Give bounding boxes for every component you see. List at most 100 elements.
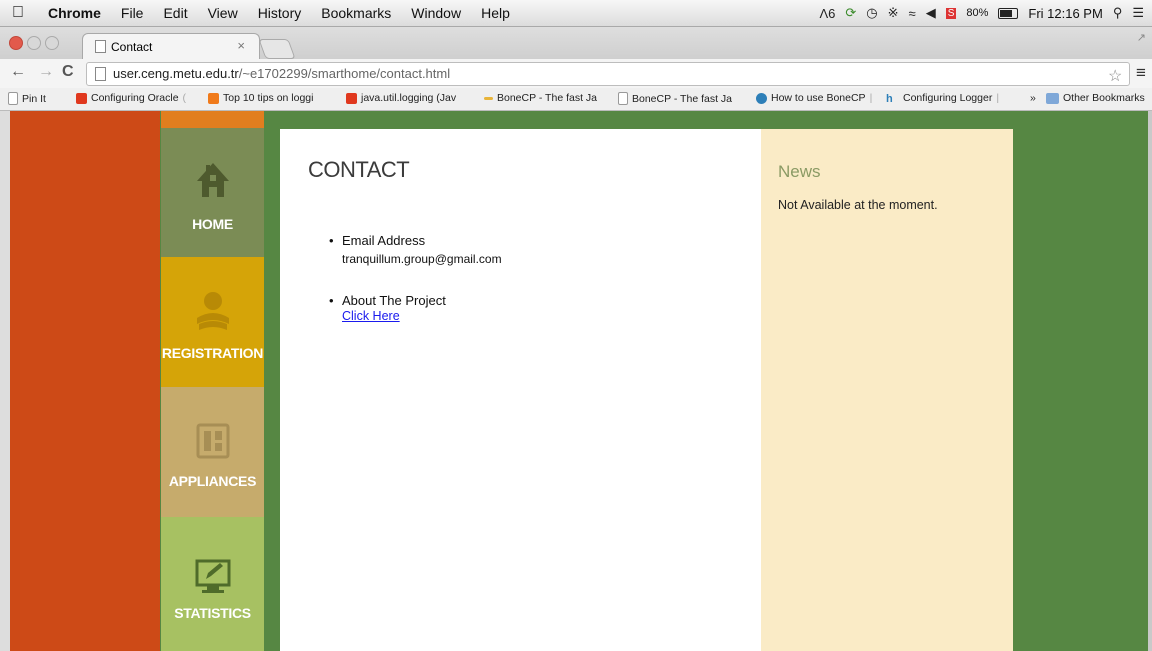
tab-title: Contact: [111, 40, 153, 54]
bookmark-item[interactable]: How to use BoneCP |: [756, 92, 872, 104]
apple-menu-icon[interactable]: : [12, 4, 34, 22]
tab-close-icon[interactable]: ×: [237, 38, 245, 53]
nav-statistics[interactable]: STATISTICS: [161, 517, 264, 651]
news-text: Not Available at the moment.: [778, 198, 938, 212]
nav-registration-label: REGISTRATION: [161, 345, 264, 361]
window-minimize-button[interactable]: [27, 36, 41, 50]
bookmark-label: Configuring Logger: [903, 92, 993, 104]
decorative-orange-tile: [161, 111, 264, 128]
hm-icon: h: [886, 92, 893, 105]
menu-bookmarks[interactable]: Bookmarks: [321, 5, 391, 21]
nav-registration[interactable]: REGISTRATION: [161, 257, 264, 387]
menu-help[interactable]: Help: [481, 5, 510, 21]
decorative-red-column: [10, 111, 160, 651]
oracle-icon: [346, 92, 357, 104]
back-button[interactable]: ←: [10, 63, 26, 81]
forward-button[interactable]: →: [38, 63, 54, 81]
mac-menubar:  Chrome File Edit View History Bookmark…: [0, 0, 1152, 27]
bookmark-item[interactable]: BoneCP - The fast Ja: [618, 92, 732, 105]
contact-email-item: • Email Address tranquillum.group@gmail.…: [329, 233, 502, 266]
browser-tab-bar: Contact × ↗: [0, 27, 1152, 60]
bookmark-item[interactable]: h Configuring Logger |: [886, 92, 999, 105]
reload-button[interactable]: C: [62, 63, 74, 81]
chrome-menu-icon[interactable]: ≡: [1136, 63, 1146, 83]
click-here-link[interactable]: Click Here: [342, 309, 400, 323]
fullscreen-icon[interactable]: ↗: [1137, 31, 1146, 44]
webpage: HOME REGISTRATION APPLIANCES STATISTICS …: [0, 111, 1152, 651]
menu-app-name[interactable]: Chrome: [48, 5, 101, 21]
nav-statistics-label: STATISTICS: [174, 605, 251, 621]
volume-icon[interactable]: ◀: [926, 5, 936, 21]
email-address: tranquillum.group@gmail.com: [342, 252, 502, 266]
news-panel: News Not Available at the moment.: [761, 129, 1013, 651]
bookmark-item[interactable]: Top 10 tips on loggi: [208, 92, 313, 104]
spotlight-search-icon[interactable]: ⚲: [1113, 5, 1123, 21]
url-path: /~e1702299/smarthome/contact.html: [238, 66, 451, 81]
bookmark-label: BoneCP - The fast Ja: [632, 92, 733, 105]
page-icon: [8, 92, 18, 105]
notification-list-icon[interactable]: ☰: [1132, 5, 1144, 21]
bookmark-label-faded: |: [869, 92, 873, 104]
bookmarks-bar: Pin It Configuring Oracle ( Top 10 tips …: [0, 88, 1152, 111]
other-bookmarks-folder[interactable]: Other Bookmarks: [1046, 92, 1145, 104]
bookmark-label: Configuring Oracle: [91, 92, 179, 104]
nav-home[interactable]: HOME: [161, 128, 264, 257]
left-edge: [0, 111, 10, 651]
bookmark-label: java.util.logging (Jav: [361, 92, 457, 104]
main-content: CONTACT • Email Address tranquillum.grou…: [280, 129, 761, 651]
time-machine-icon[interactable]: ◷: [866, 5, 877, 21]
page-icon: [95, 40, 106, 53]
news-title: News: [778, 162, 821, 181]
new-tab-button[interactable]: [258, 39, 296, 59]
nav-appliances[interactable]: APPLIANCES: [161, 387, 264, 517]
page-title: CONTACT: [308, 157, 410, 182]
bookmark-label: Top 10 tips on loggi: [223, 92, 314, 104]
bookmark-item[interactable]: Configuring Oracle (: [76, 92, 186, 104]
bookmark-star-icon[interactable]: ☆: [1108, 66, 1122, 86]
monitor-pencil-icon: [161, 557, 264, 598]
window-zoom-button[interactable]: [45, 36, 59, 50]
bookmark-label: BoneCP - The fast Ja: [497, 92, 598, 104]
menu-history[interactable]: History: [258, 5, 302, 21]
bookmarks-overflow-button[interactable]: »: [1030, 92, 1036, 104]
bookmark-label: How to use BoneCP: [771, 92, 866, 104]
house-icon: [161, 161, 264, 202]
adobe-count: 6: [828, 5, 836, 21]
bookmark-label-faded: (: [182, 92, 187, 104]
folder-icon: [1046, 92, 1059, 104]
bookmark-item[interactable]: Pin It: [8, 92, 46, 105]
window-close-button[interactable]: [9, 36, 23, 50]
menubar-clock[interactable]: Fri 12:16 PM: [1028, 6, 1102, 21]
pencil-icon: [484, 96, 493, 100]
bullet-icon: •: [329, 293, 334, 308]
battery-percent: 80%: [966, 7, 989, 19]
wifi-icon[interactable]: ≈: [909, 6, 916, 21]
bluetooth-icon[interactable]: ※: [888, 5, 899, 21]
menu-edit[interactable]: Edit: [163, 5, 187, 21]
other-bookmarks-label: Other Bookmarks: [1063, 92, 1145, 104]
oracle-icon: [76, 92, 87, 104]
appliance-panel-icon: [161, 422, 264, 463]
browser-toolbar: ← → C user.ceng.metu.edu.tr/~e1702299/sm…: [0, 59, 1152, 88]
battery-icon[interactable]: [998, 7, 1019, 19]
adobe-icon[interactable]: Λ6: [819, 6, 835, 21]
url-host: user.ceng.metu.edu.tr: [113, 66, 239, 81]
about-project-item: • About The Project Click Here: [329, 293, 446, 323]
browser-tab-contact[interactable]: Contact ×: [82, 33, 260, 60]
blogger-icon: [208, 92, 219, 104]
page-icon: [95, 67, 106, 81]
sync-icon[interactable]: ⟳: [845, 5, 856, 21]
flag-icon[interactable]: S: [945, 7, 957, 19]
address-bar[interactable]: user.ceng.metu.edu.tr/~e1702299/smarthom…: [86, 62, 1130, 86]
menu-file[interactable]: File: [121, 5, 144, 21]
nav-appliances-label: APPLIANCES: [168, 473, 257, 489]
menu-view[interactable]: View: [208, 5, 238, 21]
right-edge: [1148, 111, 1152, 651]
project-heading: About The Project: [342, 293, 446, 308]
page-icon: [618, 92, 628, 105]
nav-home-label: HOME: [192, 216, 233, 232]
menu-window[interactable]: Window: [411, 5, 461, 21]
bookmark-item[interactable]: BoneCP - The fast Ja: [484, 92, 597, 104]
bullet-icon: •: [329, 233, 334, 248]
bookmark-item[interactable]: java.util.logging (Jav: [346, 92, 456, 104]
